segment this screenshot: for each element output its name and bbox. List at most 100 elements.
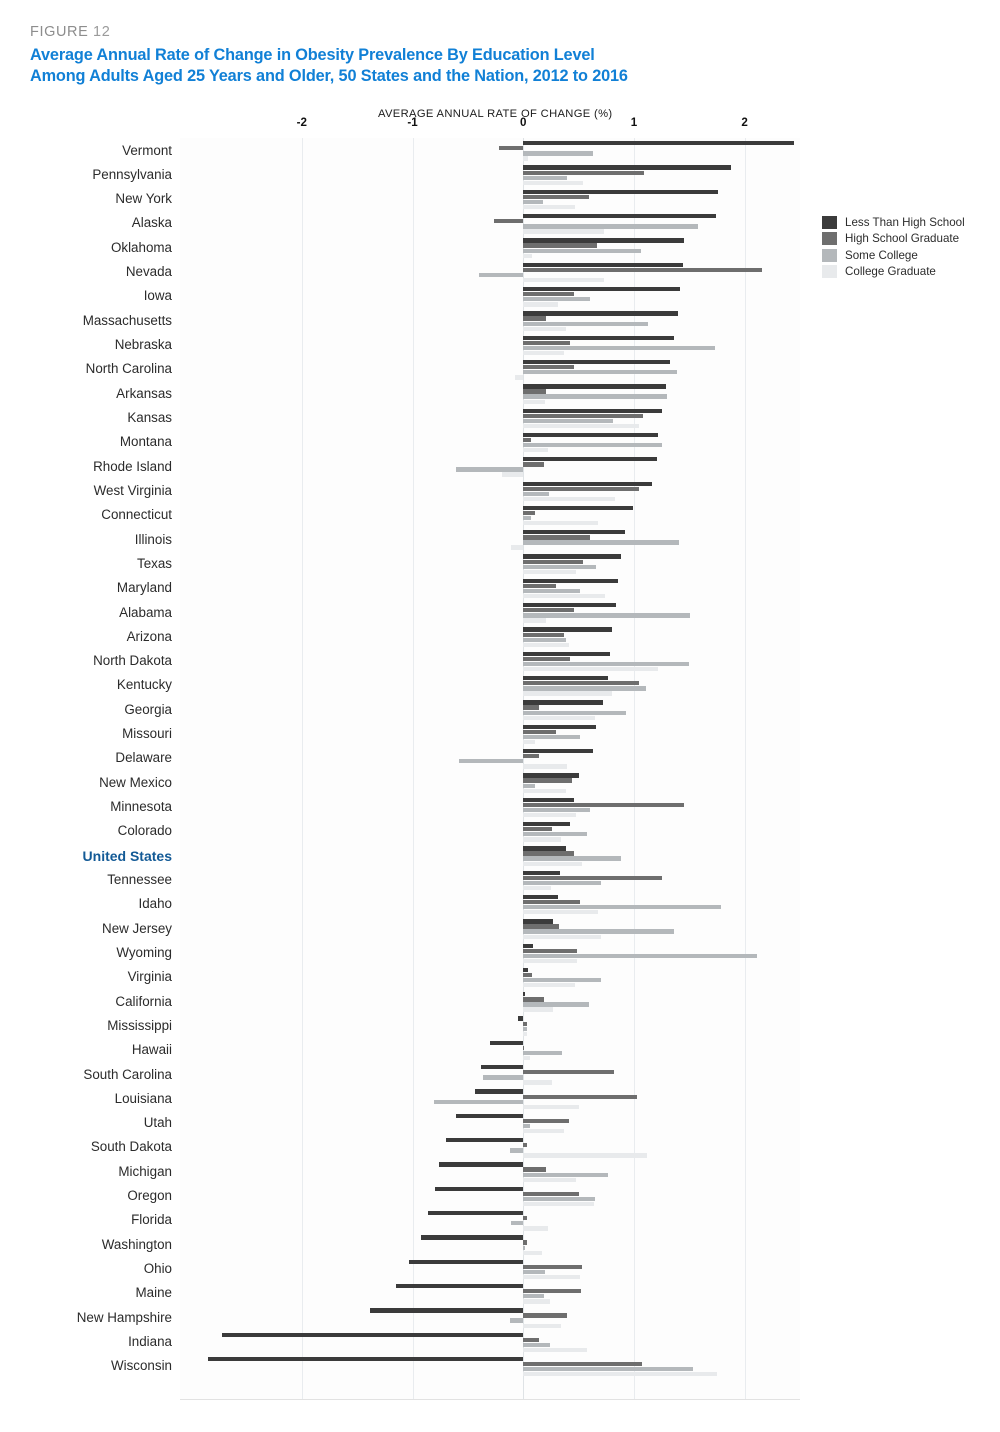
bar <box>523 1245 526 1250</box>
bar-row <box>180 918 800 943</box>
bar <box>523 748 593 754</box>
bar-row <box>180 845 800 870</box>
bar <box>523 583 557 589</box>
bar-row <box>180 140 800 165</box>
bar <box>523 564 597 569</box>
bar <box>523 384 667 389</box>
bar <box>523 316 547 321</box>
bar <box>523 243 598 248</box>
bar <box>523 326 567 331</box>
y-axis-label: Oklahoma <box>110 239 172 255</box>
y-axis-label: Wisconsin <box>110 1358 172 1374</box>
bar-row <box>180 626 800 651</box>
bar <box>523 1021 527 1026</box>
legend-swatch-icon <box>822 248 837 262</box>
bar <box>523 248 641 253</box>
bar <box>523 569 577 575</box>
bar-row <box>180 553 800 578</box>
bar <box>523 754 539 759</box>
bar <box>523 972 533 978</box>
bar-row <box>180 456 800 481</box>
legend-label: Some College <box>845 248 918 262</box>
bar <box>523 292 575 297</box>
bar <box>523 899 580 905</box>
bar <box>515 375 524 380</box>
y-axis-label: Washington <box>101 1236 172 1252</box>
y-axis-label: Wyoming <box>116 944 172 960</box>
bar-row <box>180 480 800 505</box>
bar <box>523 710 627 715</box>
y-axis-label: Alaska <box>131 215 172 231</box>
bar <box>523 1367 693 1372</box>
y-axis-label: Florida <box>131 1212 172 1228</box>
bar <box>523 535 590 540</box>
bar <box>523 1007 554 1012</box>
y-axis-label: Minnesota <box>110 799 172 815</box>
bar <box>523 437 531 443</box>
x-tick-label: 2 <box>741 116 748 129</box>
bar <box>523 894 558 900</box>
y-axis-label: South Carolina <box>83 1066 172 1082</box>
bar <box>523 141 795 146</box>
legend-label: High School Graduate <box>845 232 960 246</box>
bar <box>523 462 545 467</box>
bar <box>523 861 582 866</box>
bar <box>523 432 659 438</box>
bar <box>523 802 684 808</box>
bar <box>523 1289 581 1294</box>
bar <box>421 1235 524 1240</box>
bar <box>523 1167 547 1172</box>
y-axis-label: Kentucky <box>116 677 172 693</box>
bar-row <box>180 796 800 821</box>
bar-row <box>180 772 800 797</box>
bar <box>523 262 683 267</box>
bar <box>523 910 599 915</box>
bar <box>523 618 547 623</box>
bar <box>523 491 549 497</box>
y-axis-label: Vermont <box>122 142 172 158</box>
bar <box>523 929 674 934</box>
bar <box>523 632 565 637</box>
bar <box>523 880 601 886</box>
y-axis-label: Arizona <box>126 628 172 644</box>
bar <box>523 642 569 647</box>
bar <box>409 1259 524 1264</box>
bar <box>511 545 524 550</box>
bar <box>523 797 575 802</box>
page-title: Average Annual Rate of Change in Obesity… <box>30 45 628 87</box>
bar <box>523 224 699 229</box>
y-axis-label: Oregon <box>127 1188 172 1204</box>
bar <box>523 205 576 210</box>
y-axis-label: Kansas <box>127 409 172 425</box>
bar-row <box>180 1161 800 1186</box>
bar <box>523 807 590 813</box>
bar-row <box>180 577 800 602</box>
bar <box>523 724 597 729</box>
bar <box>523 214 716 219</box>
bar <box>523 1031 527 1037</box>
x-tick-label: 1 <box>630 116 638 129</box>
bar <box>523 1118 569 1124</box>
bar <box>523 812 577 818</box>
bar <box>502 472 524 477</box>
bar <box>523 505 633 511</box>
bar <box>523 715 596 720</box>
bar <box>523 1269 546 1275</box>
bar <box>523 229 605 234</box>
bar <box>523 967 528 973</box>
bar <box>523 837 561 842</box>
bar-row <box>180 991 800 1016</box>
bar <box>523 705 539 710</box>
bar <box>523 924 559 929</box>
bar <box>523 856 621 861</box>
bar-row <box>180 699 800 724</box>
bar <box>523 603 617 608</box>
y-axis-label: North Carolina <box>85 361 172 377</box>
y-axis-label: Massachusetts <box>82 312 172 328</box>
bar <box>523 1143 527 1148</box>
y-axis-label: Arkansas <box>116 385 172 401</box>
legend-label: Less Than High School <box>845 215 965 229</box>
bar-row <box>180 1258 800 1283</box>
chart-legend: Less Than High School High School Graduat… <box>822 214 965 280</box>
figure-header: FIGURE 12 Average Annual Rate of Change … <box>30 24 628 87</box>
